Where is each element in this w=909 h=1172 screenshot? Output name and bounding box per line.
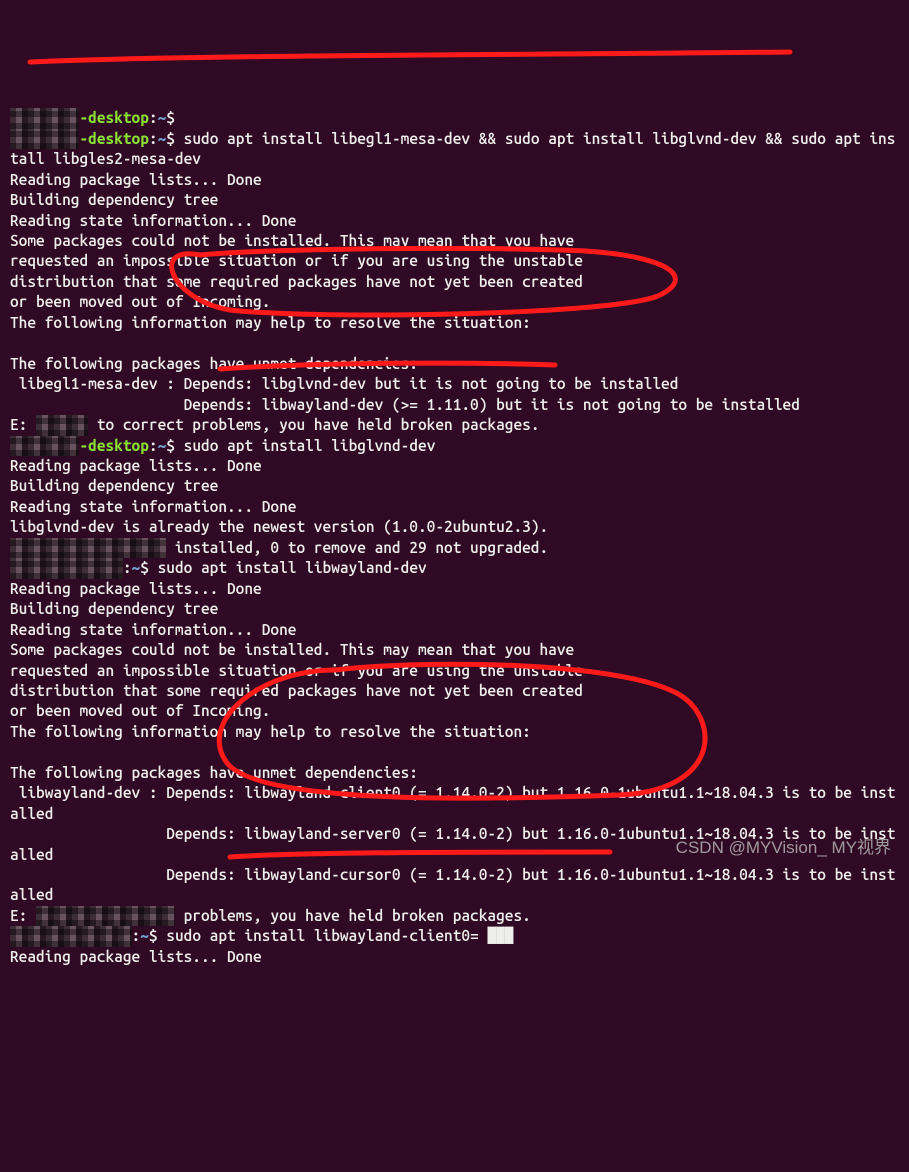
cwd: ~ (158, 437, 167, 454)
output-line: Depends: libwayland-server0 (= 1.14.0-2)… (10, 825, 895, 862)
prompt-line: ██████████████:~$ sudo apt install libwa… (10, 927, 513, 944)
output-line: Building dependency tree (10, 191, 218, 208)
output-line: distribution that some required packages… (10, 682, 583, 699)
output-line: ██████████████████ installed, 0 to remov… (10, 539, 548, 556)
command-input[interactable]: sudo apt install libglvnd-dev (184, 437, 436, 454)
prompt-line: ████████-desktop:~$ sudo apt install lib… (10, 437, 435, 454)
output-line: requested an impossible situation or if … (10, 252, 583, 269)
output-line: Depends: libwayland-dev (>= 1.11.0) but … (10, 396, 800, 413)
output-line: Reading package lists... Done (10, 948, 262, 965)
redacted-user: ████████ (10, 436, 79, 456)
cwd: ~ (140, 927, 149, 944)
redacted-text: ██████ (36, 415, 88, 435)
output-line: Reading state information... Done (10, 621, 296, 638)
hostname: -desktop (79, 109, 148, 126)
output-line: The following packages have unmet depend… (10, 355, 418, 372)
output-line: Building dependency tree (10, 600, 218, 617)
hostname: -desktop (79, 130, 148, 147)
output-line: Reading package lists... Done (10, 171, 262, 188)
output-line: The following information may help to re… (10, 723, 531, 740)
cwd: ~ (158, 130, 167, 147)
output-line: distribution that some required packages… (10, 273, 583, 290)
output-line: E: ██████ to correct problems, you have … (10, 416, 540, 433)
cwd: ~ (158, 109, 167, 126)
output-line: Reading state information... Done (10, 498, 296, 515)
terminal-output[interactable]: ████████-desktop:~$ ████████-desktop:~$ … (10, 88, 899, 967)
redacted-text: ██████████████████ (10, 538, 166, 558)
output-line: libegl1-mesa-dev : Depends: libglvnd-dev… (10, 375, 678, 392)
output-line: libglvnd-dev is already the newest versi… (10, 518, 548, 535)
output-line: Some packages could not be installed. Th… (10, 641, 574, 658)
output-line: The following information may help to re… (10, 314, 531, 331)
hostname: -desktop (79, 437, 148, 454)
output-line: Building dependency tree (10, 477, 218, 494)
prompt-line: ████████-desktop:~$ sudo apt install lib… (10, 130, 895, 167)
redacted-user: █████████████ (10, 558, 123, 578)
output-line: or been moved out of Incoming. (10, 293, 270, 310)
command-input[interactable]: sudo apt install libwayland-client0= ███ (166, 927, 513, 944)
output-line: Reading state information... Done (10, 212, 296, 229)
output-line: Reading package lists... Done (10, 580, 262, 597)
output-line: Reading package lists... Done (10, 457, 262, 474)
output-line: requested an impossible situation or if … (10, 662, 583, 679)
prompt-line: ████████-desktop:~$ (10, 109, 184, 126)
output-line: Depends: libwayland-cursor0 (= 1.14.0-2)… (10, 866, 895, 903)
output-line: Some packages could not be installed. Th… (10, 232, 574, 249)
output-line: The following packages have unmet depend… (10, 764, 418, 781)
prompt-line: █████████████:~$ sudo apt install libway… (10, 559, 427, 576)
output-line: E: ████████████████ problems, you have h… (10, 907, 531, 924)
redacted-user: ██████████████ (10, 926, 132, 946)
output-line: libwayland-dev : Depends: libwayland-cli… (10, 784, 895, 821)
redacted-text: ████████████████ (36, 906, 175, 926)
command-input[interactable]: sudo apt install libwayland-dev (158, 559, 427, 576)
redacted-user: ████████ (10, 129, 79, 149)
redacted-user: ████████ (10, 108, 79, 128)
cwd: ~ (132, 559, 141, 576)
output-line: or been moved out of Incoming. (10, 702, 270, 719)
